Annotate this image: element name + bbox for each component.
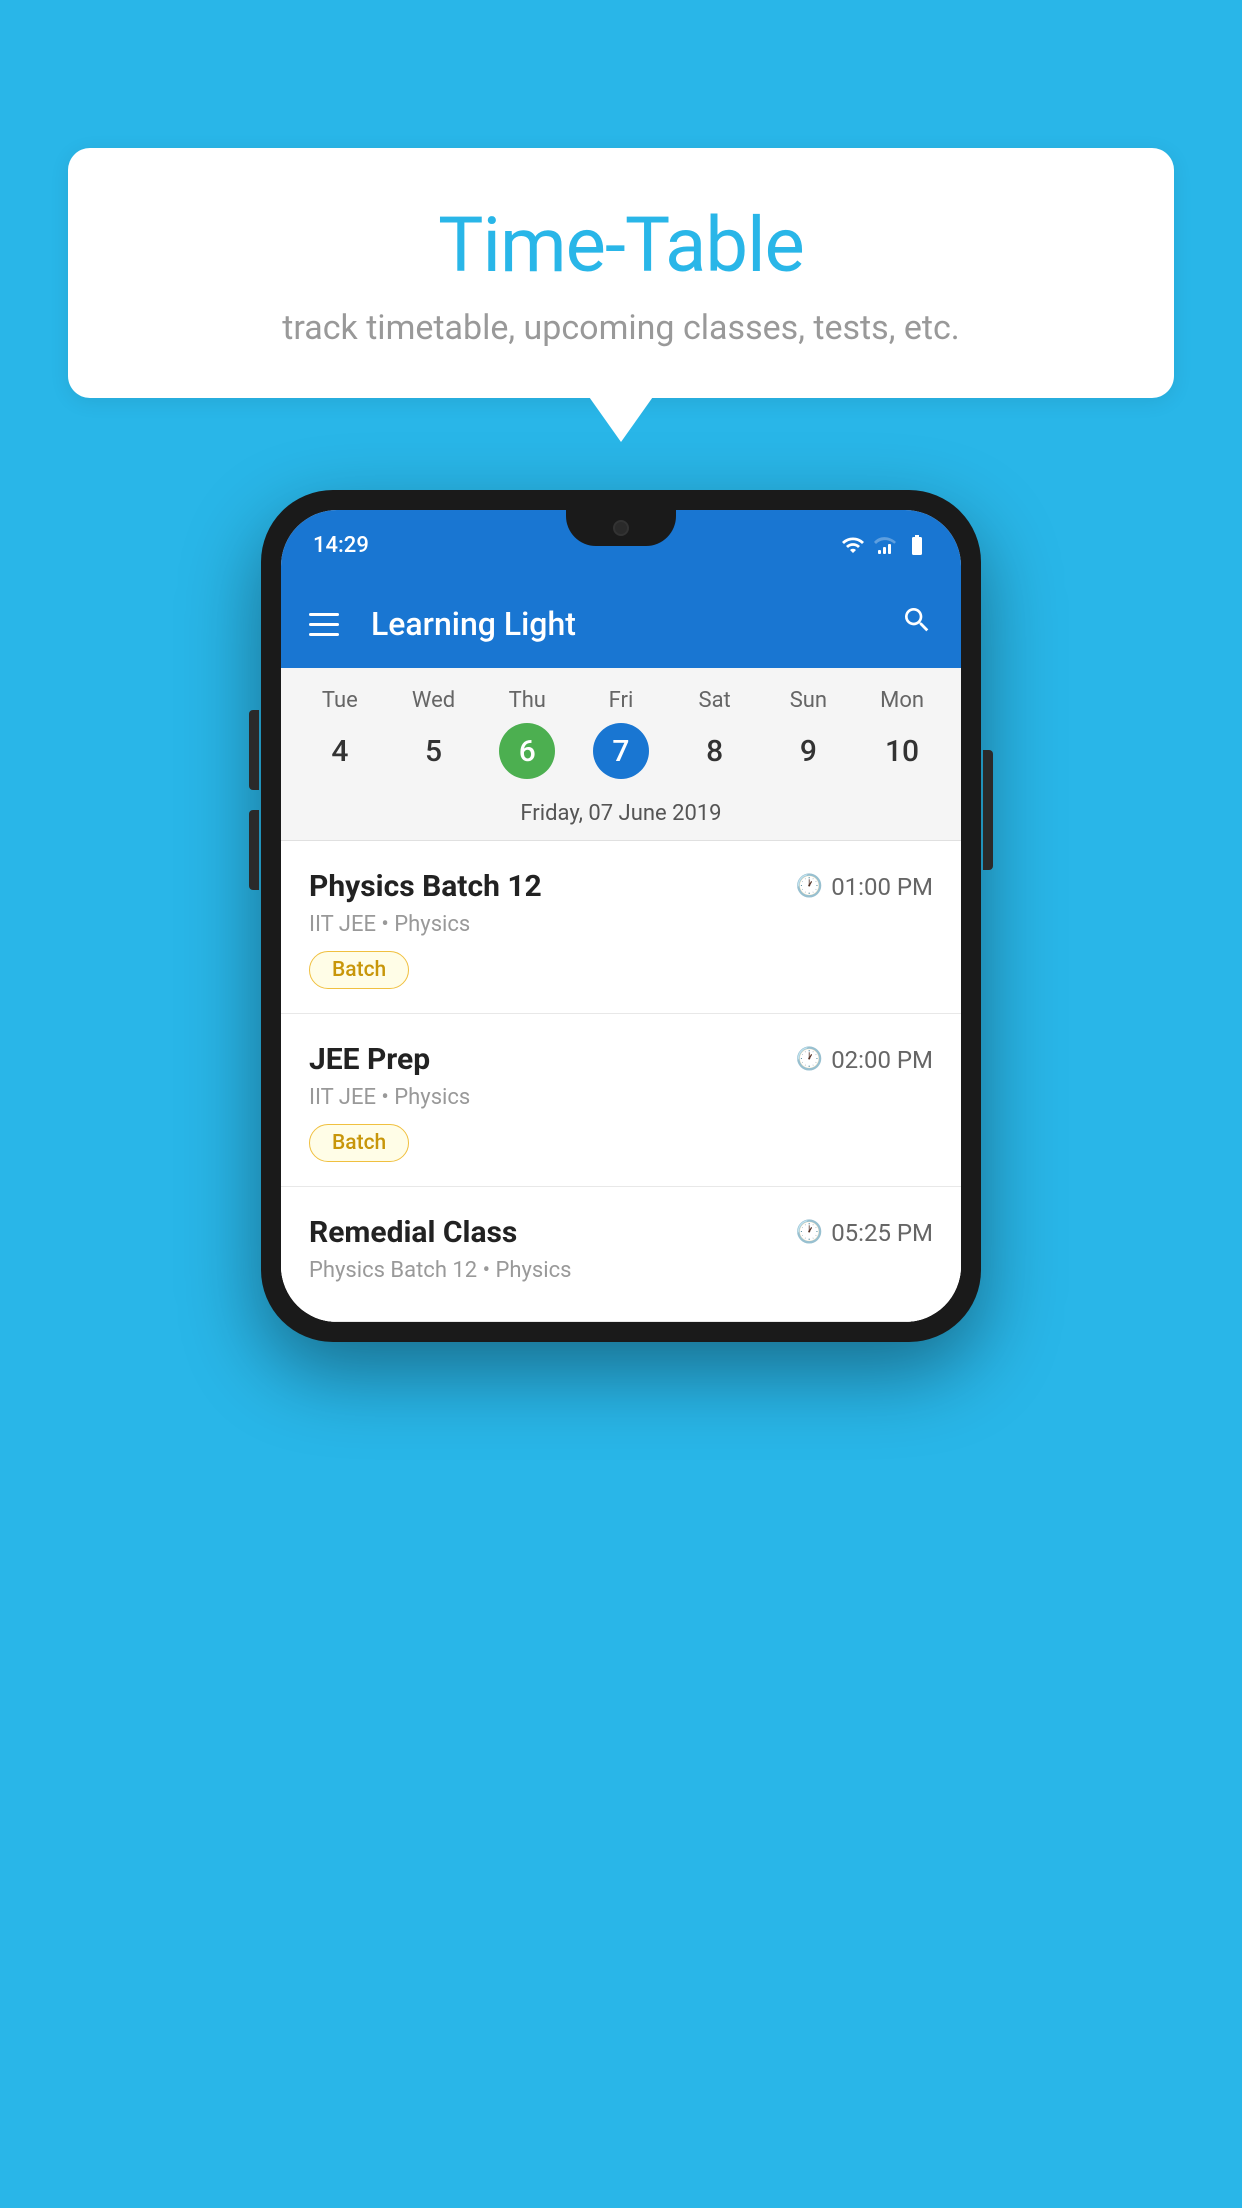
- schedule-subtitle: Physics Batch 12 • Physics: [309, 1258, 933, 1283]
- camera: [613, 520, 629, 536]
- day-number: 9: [780, 723, 836, 779]
- schedule-title: Remedial Class: [309, 1215, 517, 1250]
- schedule-title: Physics Batch 12: [309, 869, 542, 904]
- schedule-item[interactable]: Remedial Class 🕐 05:25 PM Physics Batch 12…: [281, 1187, 961, 1322]
- menu-icon[interactable]: [309, 613, 339, 636]
- bubble-subtitle: track timetable, upcoming classes, tests…: [128, 308, 1114, 348]
- schedule-time: 🕐 02:00 PM: [796, 1046, 933, 1074]
- day-col-7[interactable]: Fri 7: [581, 688, 661, 779]
- schedule-item-header: JEE Prep 🕐 02:00 PM: [309, 1042, 933, 1077]
- schedule-item-header: Physics Batch 12 🕐 01:00 PM: [309, 869, 933, 904]
- speech-bubble: Time-Table track timetable, upcoming cla…: [68, 148, 1174, 398]
- day-col-10[interactable]: Mon 10: [862, 688, 942, 779]
- batch-badge: Batch: [309, 1124, 409, 1162]
- schedule-time: 🕐 01:00 PM: [796, 873, 933, 901]
- day-number: 8: [687, 723, 743, 779]
- schedule-item-header: Remedial Class 🕐 05:25 PM: [309, 1215, 933, 1250]
- day-col-5[interactable]: Wed 5: [394, 688, 474, 779]
- schedule-subtitle: IIT JEE • Physics: [309, 1085, 933, 1110]
- clock-icon: 🕐: [796, 874, 823, 899]
- calendar-strip: Tue 4 Wed 5 Thu 6 Fri 7 Sat 8 Sun 9 Mon 10 Friday, 07…: [281, 668, 961, 841]
- schedule-item[interactable]: Physics Batch 12 🕐 01:00 PM IIT JEE • Phys…: [281, 841, 961, 1014]
- phone-frame: 14:29: [261, 490, 981, 1342]
- day-col-9[interactable]: Sun 9: [768, 688, 848, 779]
- days-row: Tue 4 Wed 5 Thu 6 Fri 7 Sat 8 Sun 9 Mon 10: [281, 668, 961, 787]
- app-title: Learning Light: [371, 605, 877, 643]
- day-name: Wed: [412, 688, 455, 713]
- day-number: 10: [874, 723, 930, 779]
- battery-icon: [905, 533, 929, 557]
- batch-badge: Batch: [309, 951, 409, 989]
- phone-screen: 14:29: [281, 510, 961, 1322]
- day-name: Sun: [790, 688, 827, 713]
- day-name: Thu: [509, 688, 546, 713]
- day-number: 7: [593, 723, 649, 779]
- signal-icon: [873, 533, 897, 557]
- schedule-list: Physics Batch 12 🕐 01:00 PM IIT JEE • Phys…: [281, 841, 961, 1322]
- wifi-icon: [841, 533, 865, 557]
- clock-icon: 🕐: [796, 1220, 823, 1245]
- schedule-subtitle: IIT JEE • Physics: [309, 912, 933, 937]
- selected-date-label: Friday, 07 June 2019: [281, 787, 961, 841]
- day-col-4[interactable]: Tue 4: [300, 688, 380, 779]
- day-name: Tue: [322, 688, 358, 713]
- day-name: Fri: [609, 688, 634, 713]
- day-col-6[interactable]: Thu 6: [487, 688, 567, 779]
- day-col-8[interactable]: Sat 8: [675, 688, 755, 779]
- day-number: 6: [499, 723, 555, 779]
- status-bar: 14:29: [281, 510, 961, 580]
- status-time: 14:29: [313, 533, 369, 558]
- schedule-item[interactable]: JEE Prep 🕐 02:00 PM IIT JEE • Physics Batch: [281, 1014, 961, 1187]
- day-name: Sat: [699, 688, 731, 713]
- bubble-title: Time-Table: [128, 200, 1114, 290]
- day-name: Mon: [880, 688, 924, 713]
- day-number: 5: [406, 723, 462, 779]
- clock-icon: 🕐: [796, 1047, 823, 1072]
- schedule-title: JEE Prep: [309, 1042, 430, 1077]
- status-icons: [841, 533, 929, 557]
- search-icon[interactable]: [901, 604, 933, 644]
- intro-card: Time-Table track timetable, upcoming cla…: [68, 148, 1174, 398]
- schedule-time: 🕐 05:25 PM: [796, 1219, 933, 1247]
- phone-mockup: 14:29: [261, 490, 981, 1342]
- day-number: 4: [312, 723, 368, 779]
- app-bar: Learning Light: [281, 580, 961, 668]
- notch: [566, 510, 676, 546]
